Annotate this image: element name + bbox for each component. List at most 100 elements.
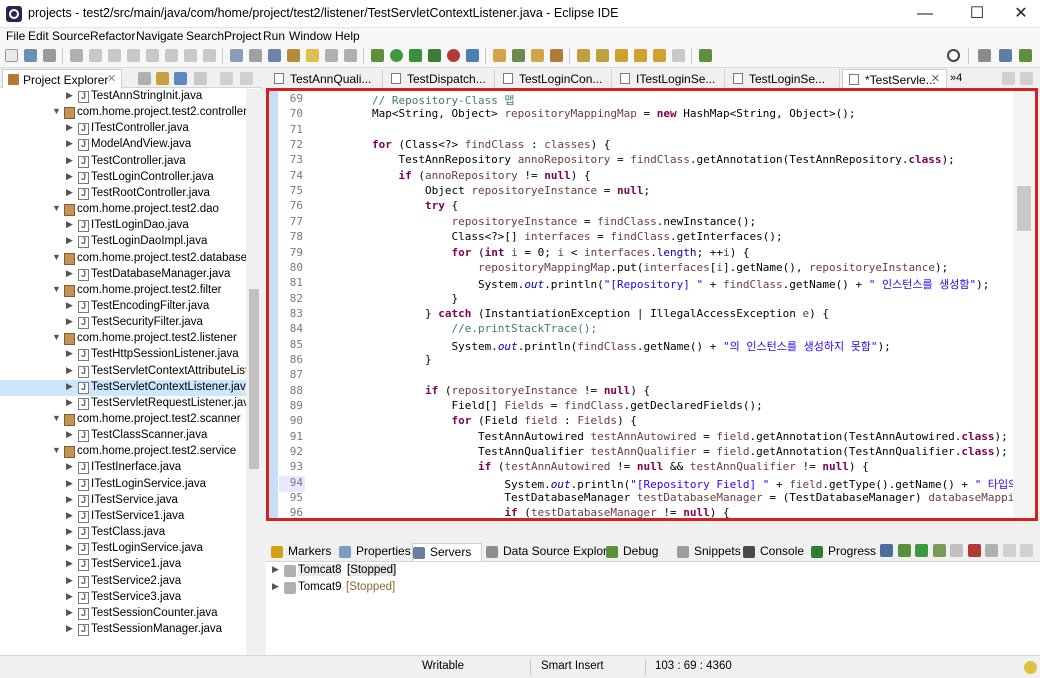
external-tools-icon[interactable] bbox=[428, 49, 441, 62]
view-menu-icon[interactable] bbox=[985, 544, 998, 557]
file-item[interactable]: ▶ TestSessionManager.java bbox=[0, 622, 246, 638]
menu-refactor[interactable]: Refactor bbox=[90, 29, 135, 43]
file-item[interactable]: ▶ TestServletContextListener.java bbox=[0, 379, 246, 396]
lightbulb-icon[interactable] bbox=[1024, 661, 1037, 674]
code-line[interactable]: Field[] Fields = findClass.getDeclaredFi… bbox=[319, 399, 762, 412]
file-item[interactable]: ▶ TestEncodingFilter.java bbox=[0, 299, 246, 315]
code-line[interactable]: Class<?>[] interfaces = findClass.getInt… bbox=[319, 230, 782, 243]
java-ee-perspective-icon[interactable] bbox=[999, 49, 1012, 62]
expand-arrow-icon[interactable]: ▶ bbox=[272, 564, 279, 575]
expand-icon[interactable]: ▼ bbox=[52, 106, 61, 116]
editor-tab[interactable]: TestAnnQuali... bbox=[268, 69, 383, 88]
expand-icon[interactable]: ▼ bbox=[52, 413, 61, 423]
menu-search[interactable]: Search bbox=[186, 29, 224, 43]
profile-server-icon[interactable] bbox=[932, 544, 946, 557]
menu-help[interactable]: Help bbox=[335, 29, 360, 43]
collapse-all-icon[interactable] bbox=[138, 72, 151, 85]
code-line[interactable]: } catch (InstantiationException | Illega… bbox=[319, 307, 829, 320]
editor-scrollbar[interactable] bbox=[1013, 91, 1035, 518]
expand-icon[interactable]: ▼ bbox=[52, 445, 61, 455]
close-button[interactable]: ✕ bbox=[998, 0, 1040, 28]
code-line[interactable]: } bbox=[319, 292, 458, 305]
package-item[interactable]: ▼ com.home.project.test2.service bbox=[0, 444, 246, 460]
debug-perspective-icon[interactable] bbox=[1019, 49, 1032, 62]
minimize-button[interactable]: — bbox=[902, 0, 948, 28]
close-tab-icon[interactable]: ✕ bbox=[931, 72, 940, 85]
open-type-icon[interactable] bbox=[268, 49, 281, 62]
collapse-arrow-icon[interactable]: ▶ bbox=[66, 90, 73, 101]
package-item[interactable]: ▼ com.home.project.test2.controller bbox=[0, 105, 246, 121]
code-line[interactable]: TestAnnQualifier testAnnQualifier = fiel… bbox=[319, 445, 1008, 458]
collapse-arrow-icon[interactable]: ▶ bbox=[66, 607, 73, 618]
expand-icon[interactable]: ▼ bbox=[52, 252, 61, 262]
previous-annotation-icon[interactable] bbox=[596, 49, 609, 62]
explorer-scrollbar[interactable] bbox=[246, 89, 262, 655]
collapse-arrow-icon[interactable]: ▶ bbox=[66, 429, 73, 440]
step-into-icon[interactable] bbox=[165, 49, 178, 62]
link-with-editor-icon[interactable] bbox=[156, 72, 169, 85]
collapse-arrow-icon[interactable]: ▶ bbox=[66, 268, 73, 279]
menu-run[interactable]: Run bbox=[263, 29, 285, 43]
skip-breakpoints-icon[interactable] bbox=[70, 49, 83, 62]
code-line[interactable]: TestDatabaseManager testDatabaseManager … bbox=[319, 491, 1014, 504]
collapse-arrow-icon[interactable]: ▶ bbox=[66, 494, 73, 505]
publish-icon[interactable] bbox=[967, 544, 981, 557]
filter-icon[interactable] bbox=[174, 72, 187, 85]
tab-project-explorer[interactable]: Project Explorer ✕ bbox=[2, 69, 122, 88]
code-line[interactable]: //e.printStackTrace(); bbox=[319, 322, 597, 335]
tab-progress[interactable]: Progress bbox=[811, 543, 881, 561]
code-line[interactable]: TestAnnRepository annoRepository = findC… bbox=[319, 153, 954, 166]
code-line[interactable]: System.out.println("[Repository] " + fin… bbox=[319, 276, 989, 292]
disconnect-icon[interactable] bbox=[146, 49, 159, 62]
collapse-arrow-icon[interactable]: ▶ bbox=[66, 300, 73, 311]
file-item[interactable]: ▶ TestClassScanner.java bbox=[0, 428, 246, 444]
debug-server-icon[interactable] bbox=[897, 544, 911, 557]
code-line[interactable]: try { bbox=[319, 199, 458, 212]
code-line[interactable]: TestAnnAutowired testAnnAutowired = fiel… bbox=[319, 430, 1008, 443]
file-item[interactable]: ▶ ITestLoginService.java bbox=[0, 477, 246, 493]
code-line[interactable]: } bbox=[319, 353, 432, 366]
file-item[interactable]: ▶ TestAnnStringInit.java bbox=[0, 89, 246, 105]
new-server-icon[interactable] bbox=[880, 544, 893, 557]
file-item[interactable]: ▶ ITestInerface.java bbox=[0, 460, 246, 476]
expand-icon[interactable]: ▼ bbox=[52, 332, 61, 342]
code-line[interactable]: repositoryMappingMap.put(interfaces[i].g… bbox=[319, 261, 948, 274]
code-line[interactable]: for (Class<?> findClass : classes) { bbox=[319, 138, 610, 151]
collapse-arrow-icon[interactable]: ▶ bbox=[66, 235, 73, 246]
debug-icon[interactable] bbox=[371, 49, 384, 62]
collapse-arrow-icon[interactable]: ▶ bbox=[66, 122, 73, 133]
expand-icon[interactable]: ▼ bbox=[52, 284, 61, 294]
code-line[interactable]: Map<String, Object> repositoryMappingMap… bbox=[319, 107, 855, 120]
forward-icon[interactable] bbox=[653, 49, 666, 62]
collapse-arrow-icon[interactable]: ▶ bbox=[66, 478, 73, 489]
file-item[interactable]: ▶ TestLoginService.java bbox=[0, 541, 246, 557]
file-item[interactable]: ▶ ITestService1.java bbox=[0, 509, 246, 525]
menu-source[interactable]: Source bbox=[52, 29, 90, 43]
maximize-view-icon[interactable] bbox=[1020, 544, 1033, 557]
minimize-view-icon[interactable] bbox=[220, 72, 233, 85]
code-line[interactable]: for (Field field : Fields) { bbox=[319, 414, 636, 427]
menu-file[interactable]: File bbox=[6, 29, 25, 43]
print-icon[interactable] bbox=[43, 49, 56, 62]
new-icon[interactable] bbox=[5, 49, 18, 62]
code-line[interactable]: if (testAnnAutowired != null && testAnnQ… bbox=[319, 460, 869, 473]
code-editor[interactable]: 69 // Repository-Class 맵 70 Map<String, O… bbox=[266, 88, 1038, 521]
file-item[interactable]: ▶ ITestService.java bbox=[0, 493, 246, 509]
package-item[interactable]: ▼ com.home.project.test2.scanner bbox=[0, 412, 246, 428]
tab-markers[interactable]: Markers bbox=[271, 543, 335, 561]
suspend-icon[interactable] bbox=[108, 49, 121, 62]
coverage-icon[interactable] bbox=[409, 49, 422, 62]
editor-tab[interactable]: TestLoginCon... bbox=[497, 69, 612, 88]
close-tab-icon[interactable]: ✕ bbox=[107, 72, 116, 85]
toggle-block-selection-icon[interactable] bbox=[325, 49, 338, 62]
file-item[interactable]: ▶ TestClass.java bbox=[0, 525, 246, 541]
file-item[interactable]: ▶ TestController.java bbox=[0, 154, 246, 170]
open-perspective-icon[interactable] bbox=[978, 49, 991, 62]
collapse-arrow-icon[interactable]: ▶ bbox=[66, 510, 73, 521]
collapse-arrow-icon[interactable]: ▶ bbox=[66, 381, 73, 392]
tab-properties[interactable]: Properties bbox=[339, 543, 411, 561]
editor-tab[interactable]: ITestLoginSe... bbox=[614, 69, 725, 88]
tab-debug[interactable]: Debug bbox=[606, 543, 674, 561]
code-line[interactable]: if (testDatabaseManager != null) { bbox=[319, 506, 729, 518]
editor-scrollbar-thumb[interactable] bbox=[1017, 186, 1031, 231]
